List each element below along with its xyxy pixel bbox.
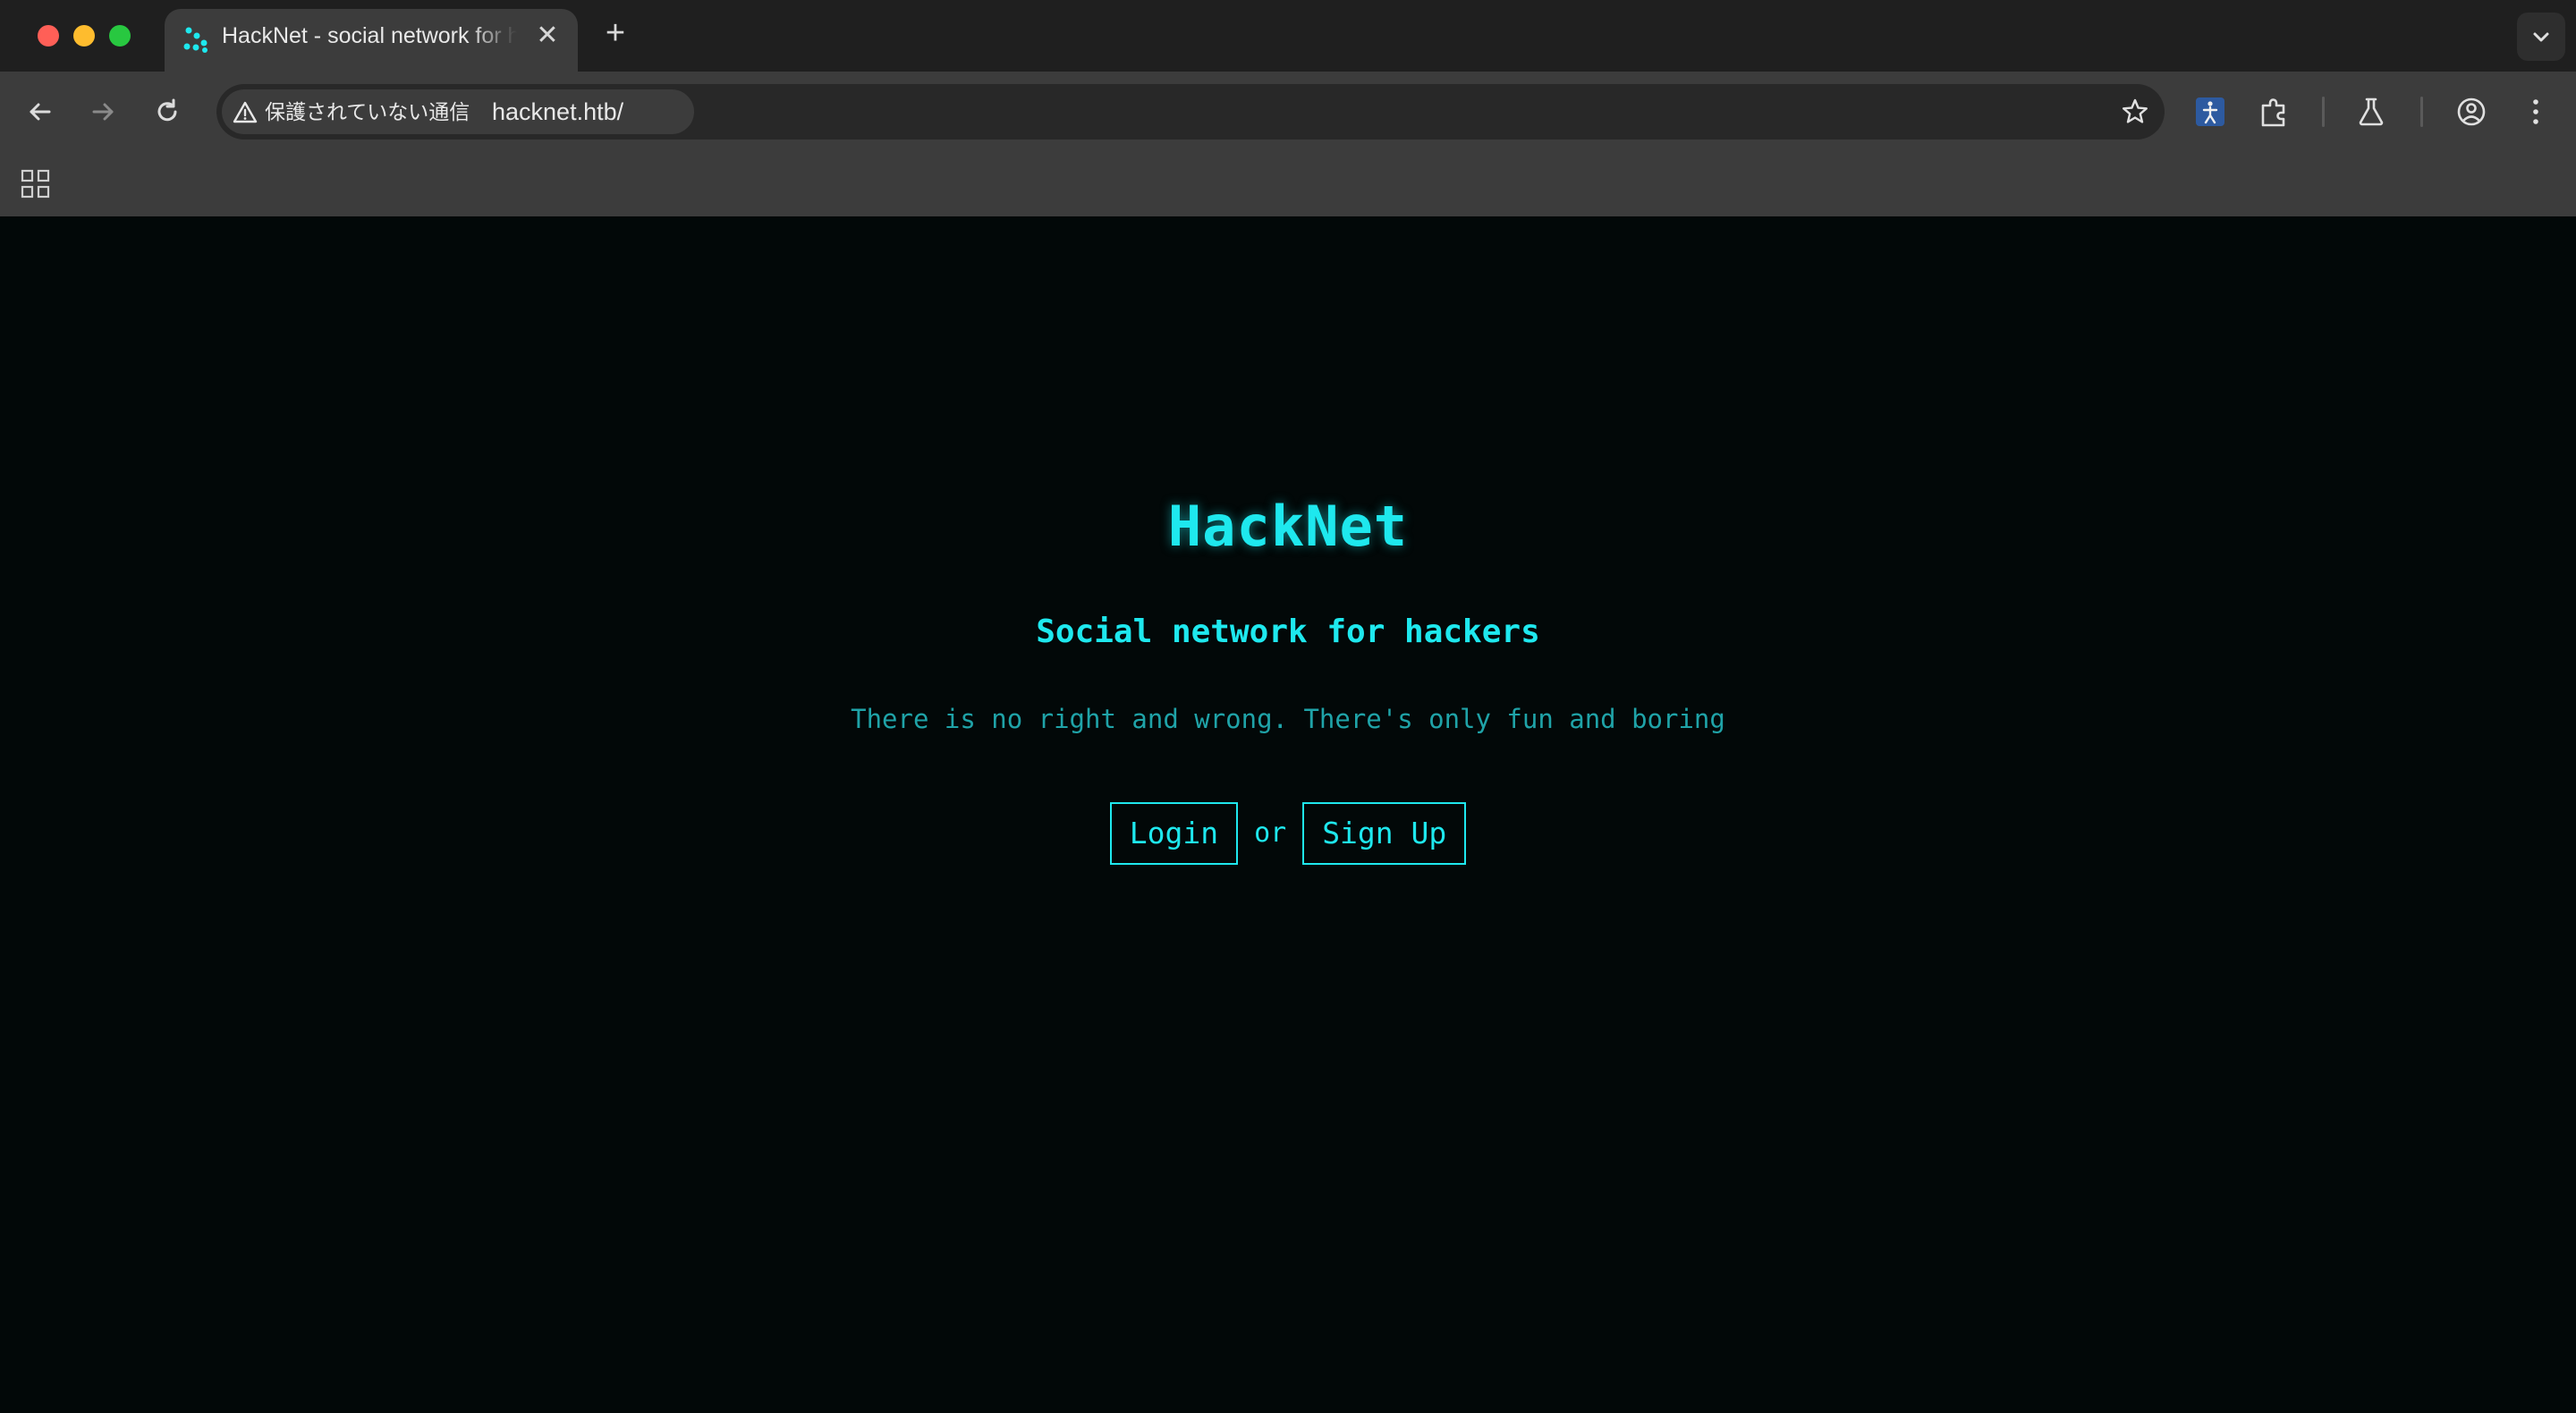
new-tab-button[interactable]: +: [597, 16, 633, 52]
menu-kebab-icon[interactable]: [2515, 91, 2556, 132]
url-text[interactable]: hacknet.htb/: [492, 84, 623, 140]
extension-accessibility-icon[interactable]: [2190, 91, 2231, 132]
profile-icon[interactable]: [2451, 91, 2492, 132]
site-title: HackNet: [1167, 494, 1409, 559]
auth-actions: Login or Sign Up: [0, 802, 2576, 865]
back-icon[interactable]: [20, 91, 61, 132]
extensions-puzzle-icon[interactable]: [2254, 91, 2295, 132]
tab-strip: HackNet - social network for hackers ✕ +: [0, 0, 2576, 72]
site-subtitle: Social network for hackers: [1036, 613, 1540, 650]
address-bar[interactable]: 保護されていない通信 hacknet.htb/: [216, 84, 2165, 140]
tab-search-button[interactable]: [2517, 13, 2565, 61]
signup-button[interactable]: Sign Up: [1302, 802, 1467, 865]
warning-icon: [233, 101, 258, 123]
apps-grid-icon[interactable]: [20, 168, 52, 200]
tab-close-icon[interactable]: ✕: [533, 21, 562, 50]
browser-toolbar: 保護されていない通信 hacknet.htb/: [0, 72, 2576, 152]
maximize-window-button[interactable]: [109, 25, 131, 47]
forward-icon[interactable]: [82, 91, 123, 132]
toolbar-separator: [2420, 97, 2423, 127]
bookmark-star-icon[interactable]: [2120, 97, 2150, 127]
or-separator: or: [1254, 817, 1287, 849]
hacknet-favicon-icon: [183, 27, 208, 53]
toolbar-separator: [2322, 97, 2325, 127]
security-label: 保護されていない通信: [265, 100, 470, 123]
close-window-button[interactable]: [38, 25, 59, 47]
active-tab[interactable]: HackNet - social network for hackers ✕: [165, 9, 578, 72]
bookmarks-bar: [0, 152, 2576, 216]
login-button[interactable]: Login: [1109, 802, 1239, 865]
site-tagline: There is no right and wrong. There's onl…: [851, 704, 1725, 734]
reload-icon[interactable]: [147, 91, 188, 132]
labs-flask-icon[interactable]: [2351, 91, 2392, 132]
page-viewport: HackNet Social network for hackers There…: [0, 216, 2576, 1413]
chevron-down-icon: [2533, 32, 2549, 42]
minimize-window-button[interactable]: [73, 25, 95, 47]
tab-title: HackNet - social network for hackers: [222, 23, 517, 48]
